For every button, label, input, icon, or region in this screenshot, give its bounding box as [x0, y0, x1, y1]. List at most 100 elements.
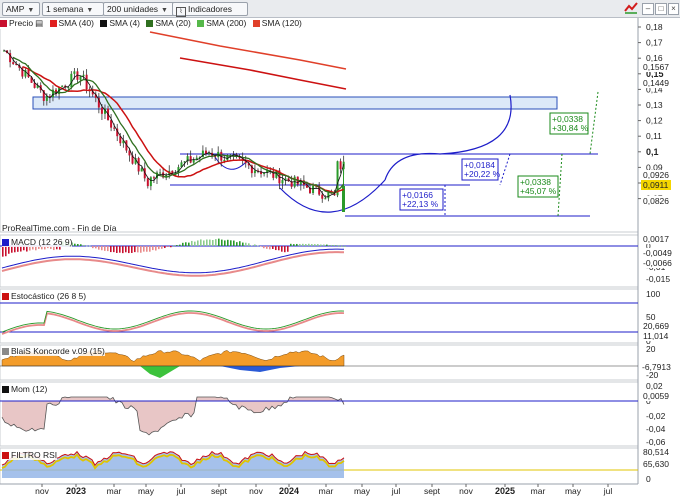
legend-sma-40[interactable]: SMA (40): [49, 18, 94, 29]
price-tick-label: 0,17: [646, 38, 663, 48]
candle-body: [159, 172, 162, 174]
macd-tag: 0,0017: [643, 234, 669, 244]
macd-histogram-bar: [182, 242, 184, 246]
macd-histogram-bar: [260, 246, 262, 247]
stoch-label[interactable]: Estocástico (26 8 5): [2, 291, 87, 301]
macd-histogram-bar: [230, 240, 232, 246]
macd-histogram-bar: [299, 243, 301, 246]
macd-histogram-bar: [161, 246, 163, 249]
macd-histogram-bar: [248, 243, 250, 246]
macd-histogram-bar: [95, 246, 97, 249]
macd-histogram-bar: [80, 244, 82, 246]
period-label: 1 semana: [46, 4, 84, 14]
price-tick-label: 0,1: [646, 147, 659, 157]
candle-body: [339, 161, 342, 170]
macd-histogram-bar: [200, 239, 202, 246]
candle-body: [100, 107, 103, 114]
candle-icon: [0, 20, 7, 27]
macd-histogram-bar: [209, 239, 211, 246]
legend-sma-20[interactable]: SMA (20): [146, 18, 191, 29]
macd-histogram-bar: [188, 242, 190, 246]
price-tick-label: 0,13: [646, 100, 663, 110]
rsi-tag: 65,630: [643, 459, 669, 469]
candle-body: [253, 170, 256, 174]
macd-histogram-bar: [170, 246, 172, 248]
time-tick-label: mar: [319, 486, 334, 496]
legend-precio[interactable]: Precio ▤: [0, 18, 43, 29]
macd-histogram-bar: [275, 246, 277, 251]
candle-body: [79, 76, 82, 80]
indicators-button[interactable]: ⌇ Indicadores: [172, 2, 248, 17]
legend-sma-200[interactable]: SMA (200): [197, 18, 246, 29]
candle-body: [281, 180, 284, 184]
macd-histogram-bar: [323, 244, 325, 246]
macd-histogram-bar: [89, 245, 91, 247]
candle-body: [263, 172, 266, 175]
macd-histogram-bar: [179, 244, 181, 246]
macd-histogram-bar: [86, 245, 88, 247]
candle-body: [189, 156, 192, 163]
candle-body: [312, 185, 315, 194]
macd-histogram-bar: [167, 246, 169, 247]
legend-sma-120[interactable]: SMA (120): [252, 18, 302, 29]
legend-swatch: [197, 20, 205, 27]
macd-label-text: MACD (12 26 9): [11, 237, 73, 247]
time-tick-label: sept: [424, 486, 441, 496]
macd-histogram-bar: [239, 241, 241, 246]
stoch-tag: 11,014: [643, 331, 669, 341]
time-tick-label: mar: [531, 486, 546, 496]
legend-swatch: [2, 293, 9, 300]
legend-sma-4[interactable]: SMA (4): [100, 18, 140, 29]
macd-histogram-bar: [191, 240, 193, 246]
units-dropdown[interactable]: 200 unidades ▼: [103, 2, 175, 16]
stoch-tag: 20,669: [643, 321, 669, 331]
macd-histogram-bar: [104, 246, 106, 251]
chart-canvas[interactable]: +0,0166+22,13 %+0,0184+20,22 %+0,0338+45…: [0, 0, 680, 497]
koncorde-tag: -6,7913: [642, 362, 671, 372]
indicators-icon: ⌇: [176, 7, 186, 17]
minimize-icon[interactable]: –: [642, 3, 654, 15]
time-tick-label: 2025: [495, 486, 515, 496]
koncorde-label[interactable]: BlaiS Koncorde v.09 (15): [2, 346, 105, 356]
macd-histogram-bar: [302, 243, 304, 246]
macd-histogram-bar: [155, 246, 157, 251]
price-tick-label: 0,11: [646, 131, 662, 141]
mom-tag: 0,0059: [643, 391, 669, 401]
bars-icon: ▤: [35, 18, 44, 28]
macd-histogram-bar: [308, 243, 310, 246]
stoch-label-text: Estocástico (26 8 5): [11, 291, 87, 301]
candle-body: [45, 96, 48, 101]
macd-histogram-bar: [317, 244, 319, 246]
price-tick-label: 0,12: [646, 116, 663, 126]
macd-histogram-bar: [77, 243, 79, 246]
macd-histogram-bar: [251, 245, 253, 247]
period-dropdown[interactable]: 1 semana ▼: [42, 2, 104, 16]
mom-panel: [0, 381, 639, 447]
macd-histogram-bar: [206, 239, 208, 246]
legend-label: SMA (120): [261, 18, 302, 28]
stoch-tick-label: 100: [646, 289, 660, 299]
macd-histogram-bar: [341, 245, 343, 247]
candle-body: [61, 85, 64, 87]
legend-swatch: [49, 20, 57, 27]
rsi-label[interactable]: FILTRO RSI: [2, 450, 58, 460]
rsi-tick-label: 0: [646, 474, 651, 484]
time-tick-label: may: [354, 486, 371, 496]
macd-histogram-bar: [197, 240, 199, 246]
legend-swatch: [2, 239, 9, 246]
macd-histogram-bar: [218, 238, 220, 246]
candle-body: [152, 177, 155, 179]
maximize-icon[interactable]: □: [655, 3, 667, 15]
macd-histogram-bar: [74, 243, 76, 246]
price-tag: 0,0826: [643, 196, 669, 206]
macd-histogram-bar: [296, 243, 298, 246]
macd-histogram-bar: [134, 246, 136, 253]
macd-histogram-bar: [269, 246, 271, 250]
macd-histogram-bar: [143, 246, 145, 252]
units-label: 200 unidades: [107, 4, 159, 14]
close-icon[interactable]: ×: [668, 3, 679, 15]
symbol-dropdown[interactable]: AMP ▼: [2, 2, 40, 16]
macd-histogram-bar: [224, 240, 226, 246]
mom-label[interactable]: Mom (12): [2, 384, 48, 394]
macd-label[interactable]: MACD (12 26 9): [2, 237, 73, 247]
